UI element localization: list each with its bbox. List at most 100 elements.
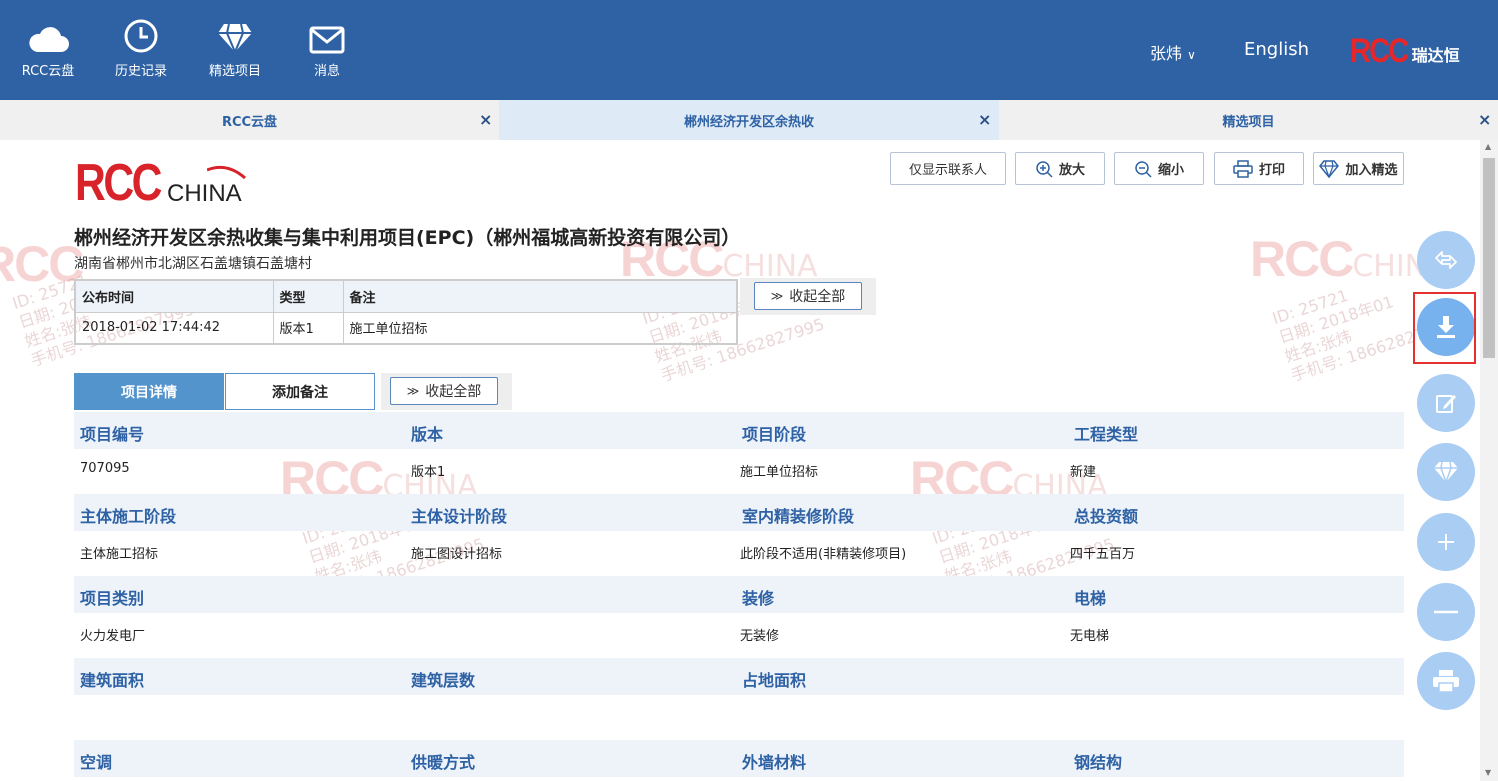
zoom-out-label: 缩小 bbox=[1157, 163, 1184, 178]
field-value: 版本1 bbox=[411, 465, 446, 480]
tab-featured-close-icon[interactable]: × bbox=[1478, 110, 1491, 129]
brand-logo-cn: 瑞达恒 bbox=[1411, 46, 1460, 65]
scroll-up-icon[interactable]: ▲ bbox=[1485, 142, 1491, 151]
zoom-in-fab[interactable] bbox=[1417, 513, 1475, 571]
tab-featured-label: 精选项目 bbox=[1222, 114, 1275, 130]
detail-value-row: 707095 版本1 施工单位招标 新建 bbox=[74, 449, 1404, 494]
print-button[interactable]: 打印 bbox=[1214, 152, 1304, 185]
contacts-only-button[interactable]: 仅显示联系人 bbox=[890, 152, 1006, 185]
field-label: 项目类别 bbox=[80, 589, 145, 608]
tab-add-note[interactable]: 添加备注 bbox=[225, 373, 375, 410]
collapse-all-button[interactable]: ≫ 收起全部 bbox=[390, 377, 498, 405]
field-label: 装修 bbox=[742, 589, 775, 608]
language-switch[interactable]: English bbox=[1244, 39, 1309, 60]
nav-featured[interactable]: 精选项目 bbox=[200, 14, 270, 79]
rcc-china-logo: RCC CHINA bbox=[75, 154, 246, 212]
zoom-in-button[interactable]: 放大 bbox=[1015, 152, 1105, 185]
nav-cloud[interactable]: RCC云盘 bbox=[13, 14, 83, 79]
add-featured-button[interactable]: 加入精选 bbox=[1313, 152, 1404, 185]
field-label: 工程类型 bbox=[1074, 425, 1139, 444]
field-value: 四千五百万 bbox=[1070, 547, 1136, 562]
scroll-down-icon[interactable]: ▼ bbox=[1485, 768, 1491, 777]
project-title: 郴州经济开发区余热收集与集中利用项目(EPC)（郴州福城高新投资有限公司） bbox=[74, 227, 741, 249]
watermark-rcc: RCC bbox=[0, 236, 84, 292]
nav-history[interactable]: 历史记录 bbox=[106, 14, 176, 79]
table-cell: 施工单位招标 bbox=[342, 311, 738, 345]
field-value: 新建 bbox=[1070, 465, 1097, 480]
vertical-scrollbar[interactable]: ▲ ▼ bbox=[1480, 140, 1498, 781]
collapse-all-button[interactable]: ≫ 收起全部 bbox=[754, 282, 862, 310]
scroll-thumb[interactable] bbox=[1483, 158, 1495, 358]
publish-table-header: 公布时间 类型 备注 bbox=[74, 279, 738, 313]
china-logo-text: CHINA bbox=[167, 180, 242, 207]
print-fab[interactable] bbox=[1417, 652, 1475, 710]
nav-history-label: 历史记录 bbox=[114, 64, 167, 79]
double-chevron-down-icon: ≫ bbox=[770, 289, 784, 303]
field-label: 建筑层数 bbox=[411, 671, 476, 690]
table-row: 2018-01-02 17:44:42 版本1 施工单位招标 bbox=[74, 311, 738, 345]
field-label: 项目阶段 bbox=[742, 425, 807, 444]
tab-cloud-close-icon[interactable]: × bbox=[479, 110, 492, 129]
project-address: 湖南省郴州市北湖区石盖塘镇石盖塘村 bbox=[74, 256, 312, 272]
tab-project-label: 郴州经济开发区余热收 bbox=[683, 114, 814, 130]
share-button[interactable] bbox=[1417, 231, 1475, 289]
field-label: 钢结构 bbox=[1074, 753, 1123, 772]
field-label: 建筑面积 bbox=[80, 671, 145, 690]
nav-messages-label: 消息 bbox=[313, 64, 340, 79]
field-label: 项目编号 bbox=[80, 425, 145, 444]
tab-project-close-icon[interactable]: × bbox=[978, 110, 991, 129]
app-window: RCC云盘 历史记录 精选项目 消息 张炜 ∨ English RCC 瑞达恒 … bbox=[0, 0, 1498, 781]
collapse-all-label: 收起全部 bbox=[425, 384, 482, 400]
publish-table: 公布时间 类型 备注 2018-01-02 17:44:42 版本1 施工单位招… bbox=[74, 279, 738, 345]
detail-value-row: 火力发电厂 无装修 无电梯 bbox=[74, 613, 1404, 658]
tab-cloud[interactable]: RCC云盘 bbox=[0, 100, 499, 140]
highlight-box bbox=[1413, 292, 1476, 364]
diamond-icon bbox=[200, 14, 270, 54]
tab-cloud-label: RCC云盘 bbox=[221, 114, 278, 130]
zoom-out-fab[interactable] bbox=[1417, 583, 1475, 641]
field-label: 空调 bbox=[80, 753, 113, 772]
detail-value-row: 主体施工招标 施工图设计招标 此阶段不适用(非精装修项目) 四千五百万 bbox=[74, 531, 1404, 576]
field-value: 无装修 bbox=[740, 629, 780, 644]
nav-messages[interactable]: 消息 bbox=[292, 14, 362, 79]
tab-project[interactable]: 郴州经济开发区余热收 bbox=[499, 100, 999, 140]
detail-label-row: 项目类别 装修 电梯 bbox=[74, 576, 1404, 613]
rcc-logo-text: RCC bbox=[75, 154, 162, 212]
nav-cloud-label: RCC云盘 bbox=[21, 64, 75, 79]
field-label: 主体施工阶段 bbox=[80, 507, 177, 526]
detail-label-row: 建筑面积 建筑层数 占地面积 bbox=[74, 658, 1404, 695]
field-label: 版本 bbox=[411, 425, 444, 444]
zoom-out-icon bbox=[1135, 160, 1152, 178]
table-cell: 版本1 bbox=[272, 311, 344, 345]
field-label: 供暖方式 bbox=[411, 753, 476, 772]
brand-logo-rcc: RCC bbox=[1350, 32, 1409, 70]
clock-icon bbox=[106, 14, 176, 54]
detail-label-row: 主体施工阶段 主体设计阶段 室内精装修阶段 总投资额 bbox=[74, 494, 1404, 531]
field-value: 施工图设计招标 bbox=[411, 547, 503, 562]
project-content: RCC ID: 25721 日期: 2018年01 姓名:张炜 手机号: 186… bbox=[0, 140, 1480, 781]
edit-button[interactable] bbox=[1417, 374, 1475, 432]
minus-icon bbox=[1434, 610, 1458, 614]
column-header: 类型 bbox=[272, 279, 344, 313]
mail-icon bbox=[292, 14, 362, 54]
collapse-all-label: 收起全部 bbox=[789, 289, 846, 305]
brand-logo: RCC 瑞达恒 bbox=[1350, 32, 1460, 68]
swap-arrows-icon bbox=[1435, 251, 1457, 269]
tab-add-note-label: 添加备注 bbox=[272, 384, 328, 401]
watermark-rcc: RCC bbox=[1250, 231, 1354, 287]
tab-project-details[interactable]: 项目详情 bbox=[74, 373, 224, 410]
user-menu[interactable]: 张炜 ∨ bbox=[1150, 40, 1196, 64]
field-value: 火力发电厂 bbox=[80, 629, 146, 644]
printer-icon bbox=[1233, 159, 1253, 178]
tab-featured[interactable]: 精选项目 bbox=[999, 100, 1498, 140]
tab-bar: RCC云盘 × 郴州经济开发区余热收 × 精选项目 × bbox=[0, 100, 1498, 140]
zoom-out-button[interactable]: 缩小 bbox=[1114, 152, 1204, 185]
cloud-icon bbox=[13, 14, 83, 54]
column-header: 备注 bbox=[342, 279, 738, 313]
field-value: 无电梯 bbox=[1070, 629, 1110, 644]
chevron-down-icon: ∨ bbox=[1187, 48, 1196, 62]
diamond-icon bbox=[1319, 159, 1340, 178]
field-label: 外墙材料 bbox=[742, 753, 807, 772]
featured-button[interactable] bbox=[1417, 443, 1475, 501]
field-label: 占地面积 bbox=[742, 671, 807, 690]
